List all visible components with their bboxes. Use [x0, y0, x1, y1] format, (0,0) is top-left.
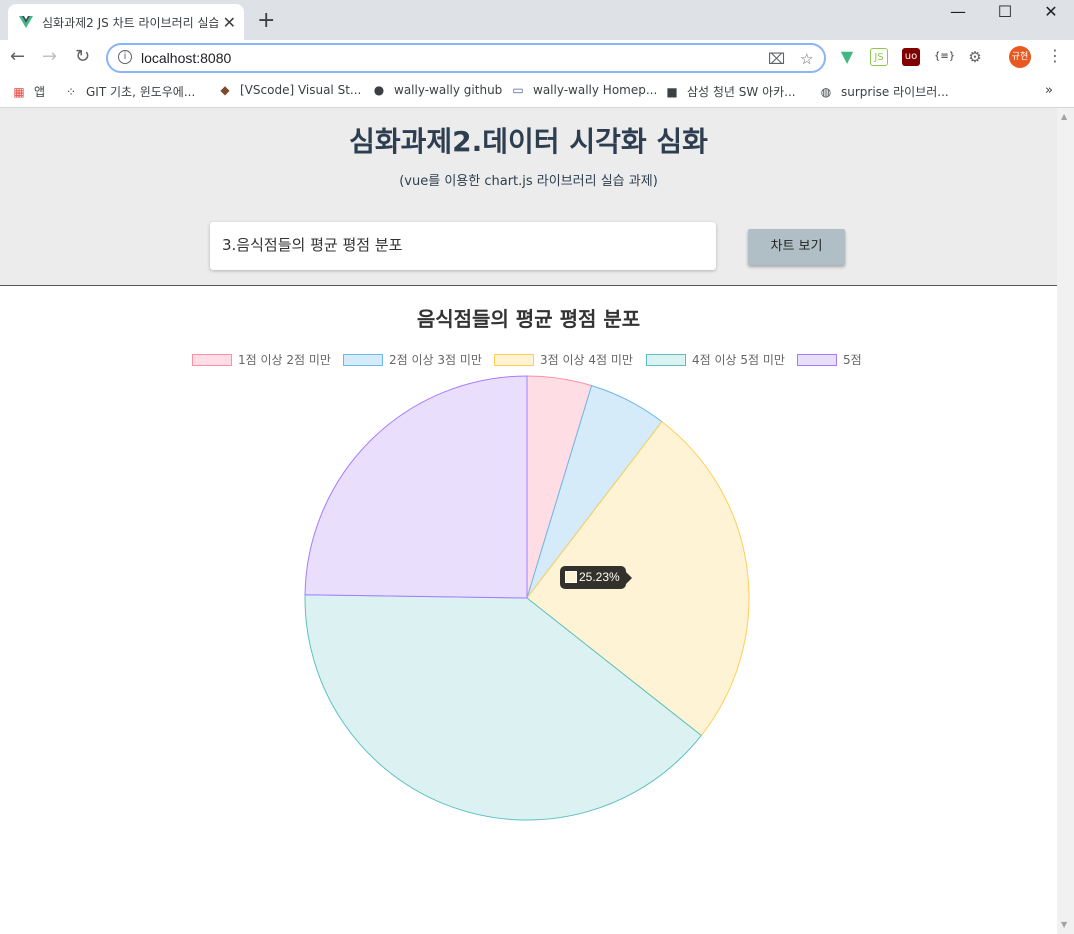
bookmark-git[interactable]: ⁘ GIT 기초, 윈도우에... — [64, 83, 195, 100]
bookmark-label: surprise 라이브러... — [841, 85, 949, 99]
info-icon[interactable]: i — [118, 50, 132, 64]
bookmark-label: wally-wally github — [394, 83, 503, 97]
gear-icon[interactable]: ⚙ — [966, 48, 984, 66]
bookmarks-bar: ▦ 앱 ⁘ GIT 기초, 윈도우에... ◆ [VScode] Visual … — [0, 76, 1074, 108]
bookmark-github[interactable]: ● wally-wally github — [372, 83, 503, 97]
vue-devtools-icon[interactable]: ▼ — [838, 48, 856, 66]
bookmark-label: 삼성 청년 SW 아카... — [687, 85, 796, 99]
blog-icon: ◆ — [220, 83, 230, 97]
pie-slice[interactable] — [304, 375, 528, 599]
bookmark-label: GIT 기초, 윈도우에... — [86, 85, 196, 99]
scroll-up-icon[interactable]: ▲ — [1061, 112, 1067, 121]
star-bookmark-icon[interactable]: ☆ — [800, 50, 813, 68]
pie-chart — [304, 375, 750, 821]
tooltip-swatch — [565, 571, 577, 583]
json-viewer-icon[interactable]: {≡} — [934, 48, 955, 66]
page-scrollbar[interactable]: ▲ ▼ — [1057, 108, 1074, 934]
bookmark-label: [VScode] Visual St... — [240, 83, 362, 97]
browser-tab-bar: 심화과제2 JS 차트 라이브러리 실습 ✕ + — ☐ ✕ — [0, 0, 1074, 40]
bookmark-apps[interactable]: ▦ 앱 — [12, 83, 45, 100]
bookmark-label: 앱 — [34, 85, 46, 99]
address-bar[interactable]: i localhost:8080 ⌧ ☆ — [106, 43, 826, 73]
tab-title: 심화과제2 JS 차트 라이브러리 실습 — [42, 15, 218, 30]
bookmark-ssafy[interactable]: ■ 삼성 청년 SW 아카... — [665, 83, 796, 100]
chart-tooltip: 25.23% — [560, 566, 632, 589]
menu-kebab-icon[interactable]: ⋮ — [1047, 46, 1063, 65]
back-arrow-icon[interactable]: ← — [10, 46, 25, 67]
bookmark-homepage[interactable]: ▭ wally-wally Homep... — [511, 83, 657, 97]
browser-toolbar: ← → ↻ i localhost:8080 ⌧ ☆ ▼ JS uo {≡} ⚙… — [0, 40, 1074, 76]
new-tab-icon[interactable]: + — [257, 8, 275, 33]
more-bookmarks-icon[interactable]: » — [1045, 83, 1053, 98]
bookmark-surprise[interactable]: ◍ surprise 라이브러... — [819, 83, 949, 100]
scroll-down-icon[interactable]: ▼ — [1061, 920, 1067, 929]
page-content: 심화과제2.데이터 시각화 심화 (vue를 이용한 chart.js 라이브러… — [0, 108, 1057, 934]
ublock-icon[interactable]: uo — [902, 48, 920, 66]
maximize-icon[interactable]: ☐ — [982, 2, 1028, 21]
close-tab-icon[interactable]: ✕ — [223, 13, 236, 32]
globe-icon: ◍ — [820, 84, 832, 99]
bookmark-vscode[interactable]: ◆ [VScode] Visual St... — [218, 83, 361, 97]
nodejs-icon[interactable]: JS — [870, 48, 888, 66]
apps-grid-icon: ▦ — [13, 84, 25, 99]
tooltip-text: 25.23% — [579, 570, 620, 584]
bookmark-label: wally-wally Homep... — [533, 83, 658, 97]
url-text: localhost:8080 — [141, 50, 232, 66]
ssafy-icon: ■ — [666, 84, 678, 99]
reload-icon[interactable]: ↻ — [75, 46, 90, 67]
monitor-icon: ▭ — [512, 83, 524, 97]
browser-tab[interactable]: 심화과제2 JS 차트 라이브러리 실습 ✕ — [8, 4, 244, 40]
vue-logo-icon — [19, 16, 33, 28]
forward-arrow-icon[interactable]: → — [42, 46, 57, 67]
close-window-icon[interactable]: ✕ — [1028, 2, 1074, 21]
translate-icon[interactable]: ⌧ — [768, 50, 785, 68]
dots-icon: ⁘ — [65, 84, 77, 99]
profile-avatar[interactable]: 규현 — [1009, 46, 1031, 68]
github-icon: ● — [373, 83, 385, 97]
minimize-icon[interactable]: — — [935, 2, 981, 21]
